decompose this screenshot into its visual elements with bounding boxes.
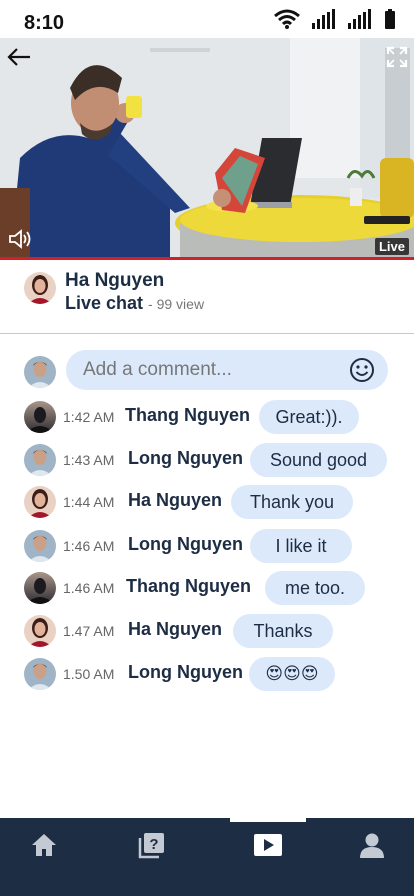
home-icon bbox=[32, 834, 56, 856]
chat-message: 1.46 AM Thang Nguyen me too. bbox=[0, 571, 414, 607]
message-bubble: I like it bbox=[250, 529, 352, 563]
channel-name[interactable]: Ha Nguyen bbox=[65, 270, 164, 292]
message-bubble: 😍😍😍 bbox=[249, 657, 335, 691]
video-progress-line bbox=[0, 257, 414, 260]
svg-text:?: ? bbox=[149, 836, 158, 853]
live-badge: Live bbox=[374, 238, 409, 255]
message-time: 1.50 AM bbox=[63, 666, 115, 682]
message-author[interactable]: Thang Nguyen bbox=[125, 405, 250, 426]
message-author[interactable]: Ha Nguyen bbox=[128, 619, 222, 640]
nav-profile[interactable] bbox=[332, 818, 412, 896]
message-time: 1:43 AM bbox=[63, 452, 115, 468]
channel-header: Ha Nguyen Live chat - 99 view bbox=[0, 262, 414, 334]
message-time: 1:44 AM bbox=[63, 494, 115, 510]
question-book-icon: ? bbox=[138, 833, 164, 859]
wifi-icon bbox=[274, 9, 300, 29]
status-bar: 8:10 bbox=[0, 0, 414, 38]
live-chat-label: Live chat - 99 view bbox=[65, 293, 204, 314]
video-frame-image bbox=[0, 38, 414, 260]
message-bubble: Sound good bbox=[250, 443, 387, 477]
message-bubble: Thanks bbox=[233, 614, 333, 648]
avatar[interactable] bbox=[24, 272, 56, 304]
nav-questions[interactable]: ? bbox=[111, 818, 191, 896]
message-author[interactable]: Ha Nguyen bbox=[128, 490, 222, 511]
chat-message: 1:43 AM Long Nguyen Sound good bbox=[0, 443, 414, 479]
status-icons bbox=[274, 9, 396, 29]
status-time: 8:10 bbox=[24, 12, 65, 34]
nav-live-video[interactable] bbox=[228, 818, 308, 896]
avatar bbox=[24, 530, 56, 562]
message-author[interactable]: Long Nguyen bbox=[128, 662, 243, 683]
back-arrow-icon[interactable] bbox=[6, 46, 32, 68]
comment-input[interactable] bbox=[66, 350, 388, 390]
message-author[interactable]: Thang Nguyen bbox=[126, 576, 251, 597]
message-bubble: Great:)). bbox=[259, 400, 359, 434]
signal-icon bbox=[312, 9, 335, 29]
chat-message: 1:44 AM Ha Nguyen Thank you bbox=[0, 485, 414, 521]
battery-icon bbox=[385, 9, 395, 29]
chat-message: 1:42 AM Thang Nguyen Great:)). bbox=[0, 400, 414, 436]
avatar bbox=[24, 401, 56, 433]
message-time: 1:46 AM bbox=[63, 538, 115, 554]
video-player[interactable]: Live bbox=[0, 38, 414, 260]
fullscreen-icon[interactable] bbox=[386, 46, 408, 68]
play-icon bbox=[254, 834, 282, 856]
profile-icon bbox=[360, 833, 384, 858]
message-time: 1:42 AM bbox=[63, 409, 115, 425]
message-time: 1.47 AM bbox=[63, 623, 115, 639]
message-author[interactable]: Long Nguyen bbox=[128, 534, 243, 555]
avatar bbox=[24, 658, 56, 690]
message-author[interactable]: Long Nguyen bbox=[128, 448, 243, 469]
chat-message: 1:46 AM Long Nguyen I like it bbox=[0, 529, 414, 565]
volume-icon[interactable] bbox=[8, 228, 32, 250]
bottom-nav: ? bbox=[0, 818, 414, 896]
chat-message: 1.47 AM Ha Nguyen Thanks bbox=[0, 614, 414, 650]
chat-message: 1.50 AM Long Nguyen 😍😍😍 bbox=[0, 657, 414, 693]
avatar bbox=[24, 444, 56, 476]
avatar bbox=[24, 572, 56, 604]
view-count: - 99 view bbox=[148, 296, 205, 312]
signal-icon-2 bbox=[348, 9, 371, 29]
avatar bbox=[24, 615, 56, 647]
message-time: 1.46 AM bbox=[63, 580, 115, 596]
nav-home[interactable] bbox=[4, 818, 84, 896]
comment-row bbox=[0, 350, 414, 392]
avatar bbox=[24, 486, 56, 518]
message-bubble: me too. bbox=[265, 571, 365, 605]
emoji-icon[interactable] bbox=[349, 357, 375, 383]
avatar bbox=[24, 356, 56, 388]
message-bubble: Thank you bbox=[231, 485, 353, 519]
live-chat-title: Live chat bbox=[65, 293, 144, 313]
